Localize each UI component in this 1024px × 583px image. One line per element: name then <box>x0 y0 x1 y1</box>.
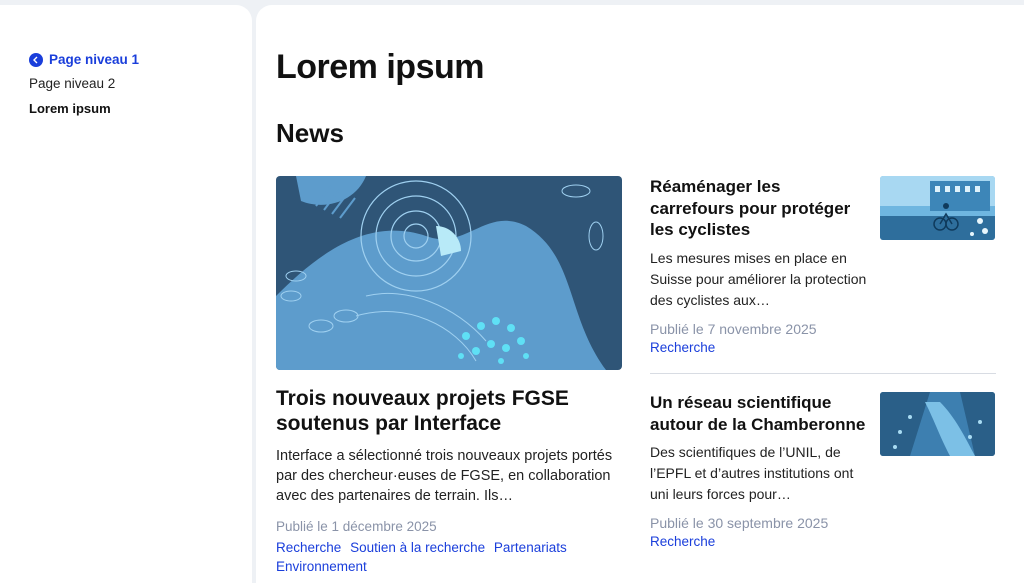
tag-link[interactable]: Recherche <box>276 540 341 555</box>
chevron-left-icon <box>29 53 43 67</box>
news-item: Un réseau scientifique autour de la Cham… <box>650 392 996 549</box>
sidebar: Page niveau 1 Page niveau 2 Lorem ipsum <box>0 5 252 583</box>
news-description: Des scientifiques de l’UNIL, de l’EPFL e… <box>650 444 854 502</box>
news-description: Les mesures mises en place en Suisse pou… <box>650 249 867 308</box>
featured-news-tags: Recherche Soutien à la recherche Partena… <box>276 538 616 576</box>
news-divider <box>650 373 996 374</box>
featured-news-date: Publié le 1 décembre 2025 <box>276 519 437 534</box>
tag-link[interactable]: Partenariats <box>494 540 567 555</box>
main-content: Lorem ipsum News Trois nouveaux projets … <box>256 5 1024 583</box>
news-title[interactable]: Un réseau scientifique autour de la Cham… <box>650 392 868 435</box>
featured-news-title[interactable]: Trois nouveaux projets FGSE soutenus par… <box>276 386 626 436</box>
breadcrumb-level-1-label: Page niveau 1 <box>49 52 140 67</box>
tag-link[interactable]: Environnement <box>276 559 367 574</box>
section-title: News <box>276 118 344 148</box>
breadcrumb-current: Lorem ipsum <box>29 101 111 116</box>
breadcrumb-parent-link[interactable]: Page niveau 1 <box>29 51 139 69</box>
featured-news-image[interactable] <box>276 176 622 370</box>
news-date: Publié le 7 novembre 2025 <box>650 320 817 337</box>
news-category-link[interactable]: Recherche <box>650 534 996 549</box>
news-thumbnail[interactable] <box>880 392 995 456</box>
page-title: Lorem ipsum <box>276 48 484 86</box>
news-title[interactable]: Réaménager les carrefours pour protéger … <box>650 176 868 241</box>
news-thumbnail[interactable] <box>880 176 995 240</box>
news-category-link[interactable]: Recherche <box>650 340 996 355</box>
news-item: Réaménager les carrefours pour protéger … <box>650 176 996 355</box>
news-date: Publié le 30 septembre 2025 <box>650 515 829 531</box>
featured-news-description: Interface a sélectionné trois nouveaux p… <box>276 448 613 504</box>
tag-link[interactable]: Soutien à la recherche <box>350 540 485 555</box>
breadcrumb-level-2[interactable]: Page niveau 2 <box>29 75 115 93</box>
